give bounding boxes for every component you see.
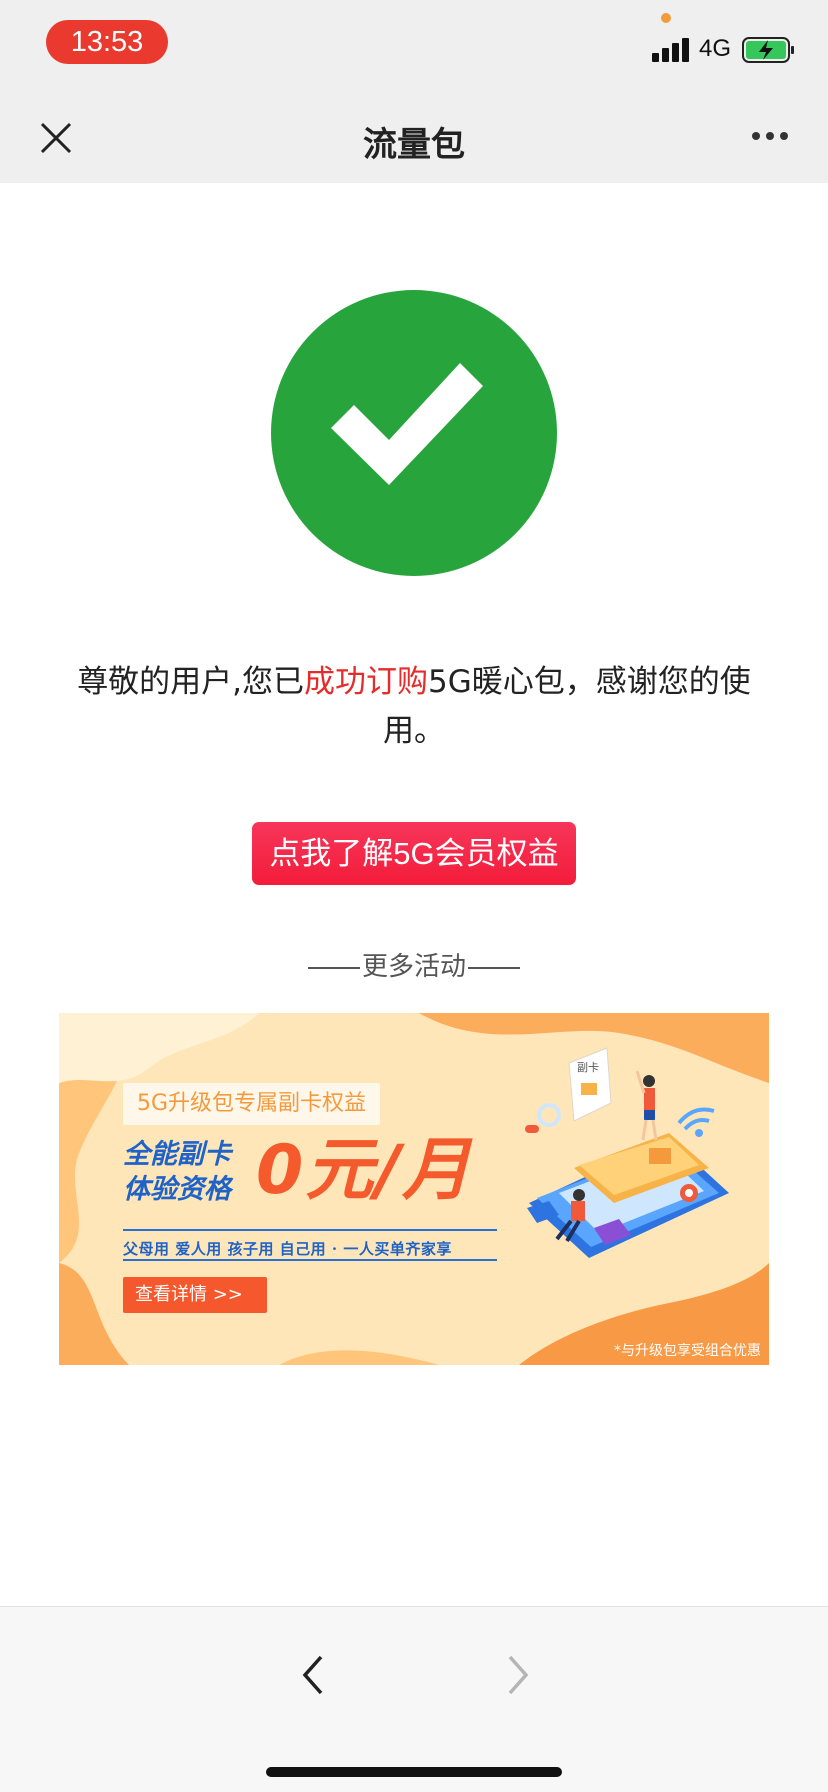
nav-bar: 流量包 [0, 95, 828, 183]
divider-line-left [307, 966, 360, 969]
learn-5g-membership-button[interactable]: 点我了解5G会员权益 [252, 822, 576, 885]
banner-headline-line1: 全能副卡 [123, 1139, 231, 1170]
chevron-left-icon[interactable] [295, 1647, 331, 1703]
status-bar: 13:53 4G [0, 0, 828, 95]
banner-price: 0元/月 [256, 1131, 473, 1210]
banner-tag: 5G升级包专属副卡权益 [123, 1083, 381, 1125]
card-label: 副卡 [577, 1061, 599, 1074]
message-suffix: 5G暖心包，感谢您的使用。 [383, 664, 751, 749]
more-activities-label: 更多活动 [361, 952, 466, 982]
success-message: 尊敬的用户,您已成功订购5G暖心包，感谢您的使用。 [70, 658, 758, 756]
banner-headline-line2: 体验资格 [123, 1174, 231, 1205]
divider-line-right [468, 966, 520, 969]
chevron-right-icon [508, 1655, 529, 1695]
check-circle-icon [271, 290, 557, 576]
banner-rule-bottom [123, 1259, 497, 1261]
banner-uses: 父母用 爱人用 孩子用 自己用 · 一人买单齐家享 [123, 1240, 452, 1258]
network-type: 4G [699, 35, 732, 62]
battery-charging-icon [742, 37, 794, 63]
banner-rule-top [123, 1229, 497, 1231]
banner-note: *与升级包享受组合优惠 [614, 1343, 761, 1359]
page-title: 流量包 [363, 125, 465, 165]
more-dots-icon[interactable] [750, 132, 790, 144]
status-time: 13:53 [46, 20, 168, 64]
message-prefix: 尊敬的用户,您已 [77, 664, 305, 700]
privacy-indicator-dot [661, 13, 671, 23]
home-indicator[interactable] [266, 1767, 562, 1777]
bottom-toolbar [0, 1606, 828, 1792]
more-activities-heading: 更多活动 [0, 946, 828, 983]
message-highlight: 成功订购 [304, 664, 429, 700]
banner-details-button[interactable]: 查看详情 >> [123, 1277, 267, 1313]
promo-banner[interactable]: 5G升级包专属副卡权益 全能副卡 体验资格 0元/月 父母用 爱人用 孩子用 自… [59, 1013, 769, 1365]
signal-bars-icon [652, 36, 692, 62]
phone-illustration-icon: 副卡 [525, 1047, 729, 1258]
